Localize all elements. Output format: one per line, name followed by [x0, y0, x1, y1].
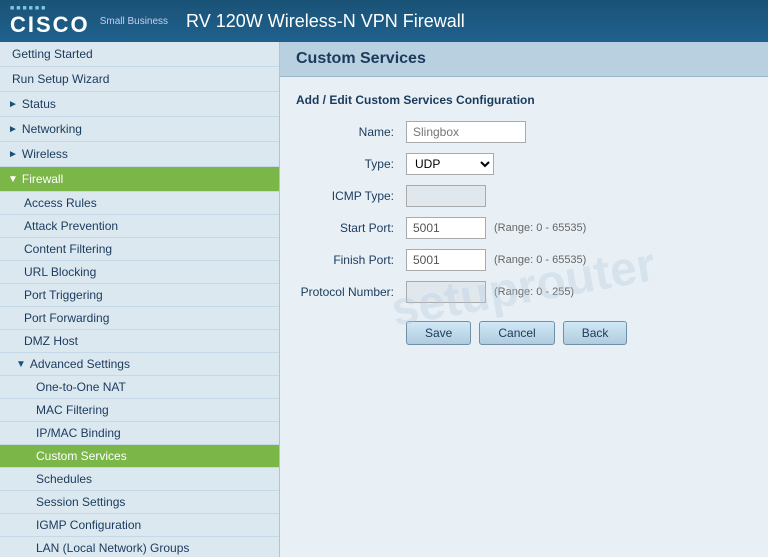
protocol-input[interactable] [406, 281, 486, 303]
protocol-label: Protocol Number: [296, 285, 406, 299]
sidebar-item-content-filtering[interactable]: Content Filtering [0, 238, 279, 261]
back-button[interactable]: Back [563, 321, 628, 345]
firewall-arrow-icon: ▼ [8, 174, 18, 185]
sidebar-wireless-label: Wireless [22, 147, 68, 161]
sidebar-item-access-rules[interactable]: Access Rules [0, 192, 279, 215]
sidebar-item-networking[interactable]: ► Networking [0, 117, 279, 142]
icmp-input[interactable] [406, 185, 486, 207]
start-port-hint: (Range: 0 - 65535) [494, 222, 586, 234]
sidebar-status-label: Status [22, 97, 56, 111]
product-name: RV 120W Wireless-N VPN Firewall [186, 11, 465, 32]
name-row: Name: [296, 121, 752, 143]
start-port-row: Start Port: (Range: 0 - 65535) [296, 217, 752, 239]
small-business-label: Small Business [100, 16, 168, 27]
content-title: Custom Services [280, 42, 768, 77]
name-input[interactable] [406, 121, 526, 143]
sidebar-item-wireless[interactable]: ► Wireless [0, 142, 279, 167]
sidebar-item-schedules[interactable]: Schedules [0, 468, 279, 491]
sidebar-item-firewall[interactable]: ▼ Firewall [0, 167, 279, 192]
sidebar: Getting Started Run Setup Wizard ► Statu… [0, 42, 280, 557]
sidebar-item-advanced-settings[interactable]: ▼ Advanced Settings [0, 353, 279, 376]
save-button[interactable]: Save [406, 321, 471, 345]
content-body: Add / Edit Custom Services Configuration… [280, 77, 768, 361]
cisco-logo: cisco [10, 12, 90, 37]
name-label: Name: [296, 125, 406, 139]
icmp-row: ICMP Type: [296, 185, 752, 207]
sidebar-item-url-blocking[interactable]: URL Blocking [0, 261, 279, 284]
type-label: Type: [296, 157, 406, 171]
status-arrow-icon: ► [8, 99, 18, 110]
sidebar-item-attack-prevention[interactable]: Attack Prevention [0, 215, 279, 238]
cisco-dots-icon: ■■■■■■ [10, 5, 90, 12]
finish-port-hint: (Range: 0 - 65535) [494, 254, 586, 266]
sidebar-item-run-setup-wizard[interactable]: Run Setup Wizard [0, 67, 279, 92]
sidebar-item-custom-services[interactable]: Custom Services [0, 445, 279, 468]
sidebar-item-getting-started[interactable]: Getting Started [0, 42, 279, 67]
finish-port-input[interactable] [406, 249, 486, 271]
protocol-hint: (Range: 0 - 255) [494, 286, 574, 298]
cisco-logo-block: ■■■■■■ cisco [10, 5, 90, 38]
sidebar-networking-label: Networking [22, 122, 82, 136]
sidebar-firewall-label: Firewall [22, 172, 63, 186]
advanced-arrow-icon: ▼ [16, 359, 26, 370]
sidebar-item-lan-groups[interactable]: LAN (Local Network) Groups [0, 537, 279, 557]
sidebar-item-port-triggering[interactable]: Port Triggering [0, 284, 279, 307]
start-port-input[interactable] [406, 217, 486, 239]
type-select[interactable]: UDP TCP ICMP GRE ESP AH TCP&UDP Other [406, 153, 494, 175]
wireless-arrow-icon: ► [8, 149, 18, 160]
form-buttons: Save Cancel Back [406, 321, 752, 345]
sidebar-item-session-settings[interactable]: Session Settings [0, 491, 279, 514]
sidebar-item-status[interactable]: ► Status [0, 92, 279, 117]
main-layout: Getting Started Run Setup Wizard ► Statu… [0, 42, 768, 557]
header: ■■■■■■ cisco Small Business RV 120W Wire… [0, 0, 768, 42]
content-area: Custom Services Add / Edit Custom Servic… [280, 42, 768, 557]
sidebar-item-one-to-one-nat[interactable]: One-to-One NAT [0, 376, 279, 399]
sidebar-advanced-label: Advanced Settings [30, 357, 130, 371]
brand-text: Small Business [100, 16, 168, 27]
protocol-row: Protocol Number: (Range: 0 - 255) [296, 281, 752, 303]
sidebar-item-igmp-configuration[interactable]: IGMP Configuration [0, 514, 279, 537]
form-section-title: Add / Edit Custom Services Configuration [296, 93, 752, 107]
sidebar-item-ip-mac-binding[interactable]: IP/MAC Binding [0, 422, 279, 445]
logo-area: ■■■■■■ cisco Small Business RV 120W Wire… [10, 5, 465, 38]
sidebar-item-mac-filtering[interactable]: MAC Filtering [0, 399, 279, 422]
sidebar-item-dmz-host[interactable]: DMZ Host [0, 330, 279, 353]
type-row: Type: UDP TCP ICMP GRE ESP AH TCP&UDP Ot… [296, 153, 752, 175]
sidebar-item-port-forwarding[interactable]: Port Forwarding [0, 307, 279, 330]
finish-port-row: Finish Port: (Range: 0 - 65535) [296, 249, 752, 271]
start-port-label: Start Port: [296, 221, 406, 235]
cancel-button[interactable]: Cancel [479, 321, 554, 345]
icmp-label: ICMP Type: [296, 189, 406, 203]
finish-port-label: Finish Port: [296, 253, 406, 267]
networking-arrow-icon: ► [8, 124, 18, 135]
